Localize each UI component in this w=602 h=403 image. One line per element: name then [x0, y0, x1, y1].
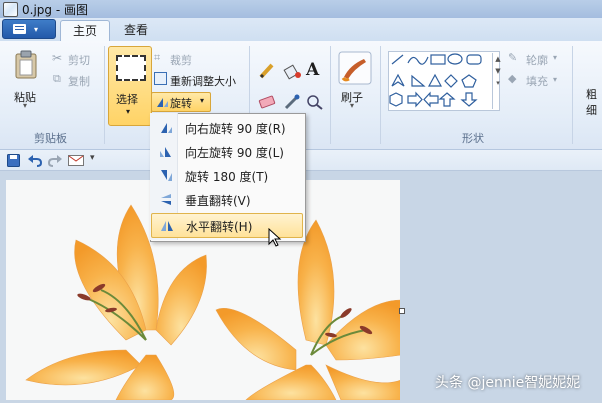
menu-item-flip-vertical[interactable]: 垂直翻转(V): [151, 188, 303, 211]
chevron-down-icon: ▾: [126, 107, 131, 116]
watermark: 头条 @jennie智妮妮妮: [435, 375, 581, 391]
select-rectangle-icon: [116, 55, 146, 81]
flip-vertical-icon: [161, 194, 171, 205]
clipboard-group-label: 剪贴板: [34, 132, 67, 145]
tab-home[interactable]: 主页: [60, 20, 110, 42]
magnifier-icon[interactable]: [306, 94, 324, 110]
paste-dropdown-icon[interactable]: ▾: [23, 101, 27, 110]
menu-item-rotate-right[interactable]: 向右旋转 90 度(R): [151, 116, 303, 139]
menu-item-label: 向右旋转 90 度(R): [185, 122, 286, 136]
undo-icon[interactable]: [28, 154, 42, 167]
resize-button[interactable]: 重新调整大小: [170, 73, 236, 89]
fill-icon: ◆: [508, 72, 517, 85]
email-icon[interactable]: [68, 155, 84, 166]
rotate-label: 旋转: [170, 97, 192, 110]
resize-handle[interactable]: [399, 308, 405, 314]
size-label-1[interactable]: 粗: [586, 86, 597, 102]
shapes-group-label: 形状: [462, 132, 484, 145]
rotate-right-icon: [161, 123, 172, 133]
select-button[interactable]: 选择 ▾: [108, 46, 152, 126]
tab-view[interactable]: 查看: [112, 20, 160, 41]
group-divider: [104, 46, 105, 144]
chevron-down-icon: ▾: [200, 96, 205, 105]
title-bar: [0, 0, 602, 19]
window-title: 0.jpg - 画图: [22, 3, 88, 17]
paint-app-icon[interactable]: [3, 2, 18, 17]
cut-button[interactable]: 剪切: [68, 52, 90, 68]
scissors-icon: ✂: [52, 51, 63, 65]
rotate-left-icon: [160, 147, 171, 157]
pencil-icon[interactable]: [258, 62, 276, 80]
menu-item-rotate-left[interactable]: 向左旋转 90 度(L): [151, 140, 303, 163]
copy-button[interactable]: 复制: [68, 73, 90, 89]
shapes-scrollbar[interactable]: ▲ ▼ ▾: [492, 53, 503, 109]
menu-item-label: 水平翻转(H): [186, 220, 253, 234]
paste-button[interactable]: [14, 50, 38, 80]
eraser-icon[interactable]: [258, 94, 276, 110]
rotate-180-icon: [161, 170, 172, 181]
shapes-gallery[interactable]: [388, 51, 500, 111]
menu-item-rotate-180[interactable]: 旋转 180 度(T): [151, 164, 303, 187]
workspace-margin: [400, 180, 602, 400]
save-icon[interactable]: [7, 154, 20, 167]
outline-button[interactable]: 轮廓: [526, 52, 548, 68]
rotate-icon: [157, 98, 168, 107]
fill-bucket-icon[interactable]: [282, 62, 302, 80]
color-picker-icon[interactable]: [283, 94, 301, 110]
redo-icon[interactable]: [48, 154, 62, 167]
menu-item-label: 旋转 180 度(T): [185, 170, 269, 184]
chevron-down-icon[interactable]: ▾: [350, 101, 354, 110]
group-divider: [380, 46, 381, 144]
size-label-2[interactable]: 细: [586, 102, 597, 118]
text-tool-icon[interactable]: A: [306, 60, 319, 80]
chevron-down-icon: ▾: [553, 53, 558, 62]
copy-icon: ⧉: [53, 72, 61, 85]
menu-item-label: 垂直翻转(V): [185, 194, 251, 208]
chevron-down-icon: ▾: [34, 25, 39, 34]
mouse-pointer-icon: [268, 228, 282, 247]
flip-horizontal-icon: [161, 221, 173, 231]
crop-icon: ⌗: [154, 51, 161, 64]
paste-icon: [15, 50, 37, 79]
brush-icon[interactable]: [338, 51, 372, 85]
menu-item-label: 向左旋转 90 度(L): [185, 146, 284, 160]
file-menu-button[interactable]: ▾: [2, 19, 56, 39]
group-divider: [572, 46, 573, 144]
chevron-down-icon: ▾: [553, 75, 558, 84]
select-label: 选择: [116, 93, 138, 106]
fill-button[interactable]: 填充: [526, 73, 548, 89]
rotate-button[interactable]: 旋转 ▾: [151, 92, 211, 112]
resize-icon: [154, 72, 167, 85]
customize-qat-icon[interactable]: ▾: [90, 153, 95, 163]
crop-button[interactable]: 裁剪: [170, 52, 192, 68]
group-divider: [330, 46, 331, 144]
outline-icon: ✎: [508, 51, 518, 64]
document-icon: [13, 24, 26, 34]
